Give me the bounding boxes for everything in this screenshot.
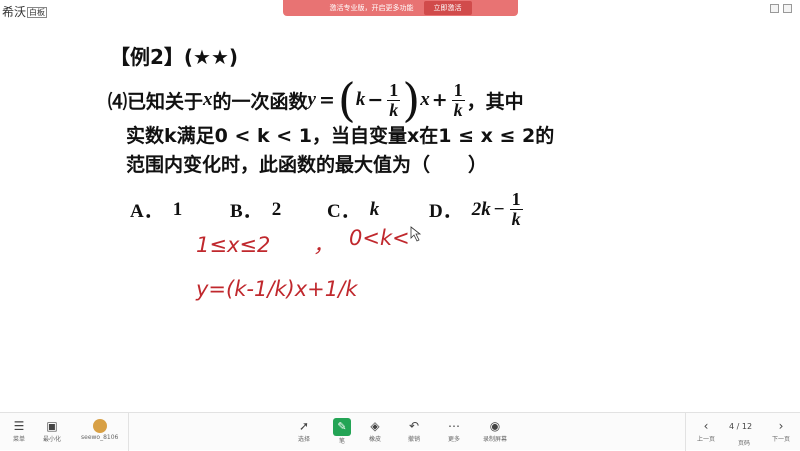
divider xyxy=(128,413,129,451)
pen-tool-button[interactable]: ✎ 笔 xyxy=(333,418,351,445)
divider xyxy=(685,413,686,451)
cursor-icon: ➚ xyxy=(298,419,310,433)
bottom-toolbar: ☰ 菜单 ▣ 最小化 seewo_8106 ➚ 选择 ✎ 笔 ◈ 橡皮 ↶ 撤销… xyxy=(0,412,800,451)
prev-icon: ‹ xyxy=(703,419,709,433)
minimize-button[interactable]: ▣ 最小化 xyxy=(43,418,61,443)
prev-page-button[interactable]: ‹ 上一页 xyxy=(697,418,715,443)
menu-button[interactable]: ☰ 菜单 xyxy=(13,418,25,443)
menu-icon: ☰ xyxy=(13,419,25,433)
handwriting-layer: 1≤x≤2 ， 0<k< y=(k-1/k)x+1/k xyxy=(195,226,422,301)
pen-icon: ✎ xyxy=(333,418,351,436)
user-account-button[interactable]: seewo_8106 xyxy=(81,418,118,441)
more-icon: ⋯ xyxy=(448,419,460,433)
next-page-button[interactable]: › 下一页 xyxy=(772,418,790,443)
handwriting-range-k: 0<k< xyxy=(349,226,410,250)
page-indicator[interactable]: 4 / 12 xyxy=(729,422,752,431)
record-screen-button[interactable]: ◉ 录制屏幕 xyxy=(483,418,507,443)
undo-icon: ↶ xyxy=(408,419,420,433)
handwriting-range-x: 1≤x≤2 xyxy=(196,233,270,257)
page-label: 页码 xyxy=(738,440,751,447)
record-icon: ◉ xyxy=(489,419,501,433)
handwriting-comma: ， xyxy=(313,233,334,257)
next-icon: › xyxy=(778,419,784,433)
undo-button[interactable]: ↶ 撤销 xyxy=(408,418,420,443)
eraser-tool-button[interactable]: ◈ 橡皮 xyxy=(369,418,381,443)
minimize-icon: ▣ xyxy=(46,419,58,433)
more-button[interactable]: ⋯ 更多 xyxy=(448,418,460,443)
mouse-cursor-icon xyxy=(410,226,422,242)
handwriting-function: y=(k-1/k)x+1/k xyxy=(195,277,358,301)
select-tool-button[interactable]: ➚ 选择 xyxy=(298,418,310,443)
eraser-icon: ◈ xyxy=(370,419,380,433)
avatar-icon xyxy=(92,419,107,433)
